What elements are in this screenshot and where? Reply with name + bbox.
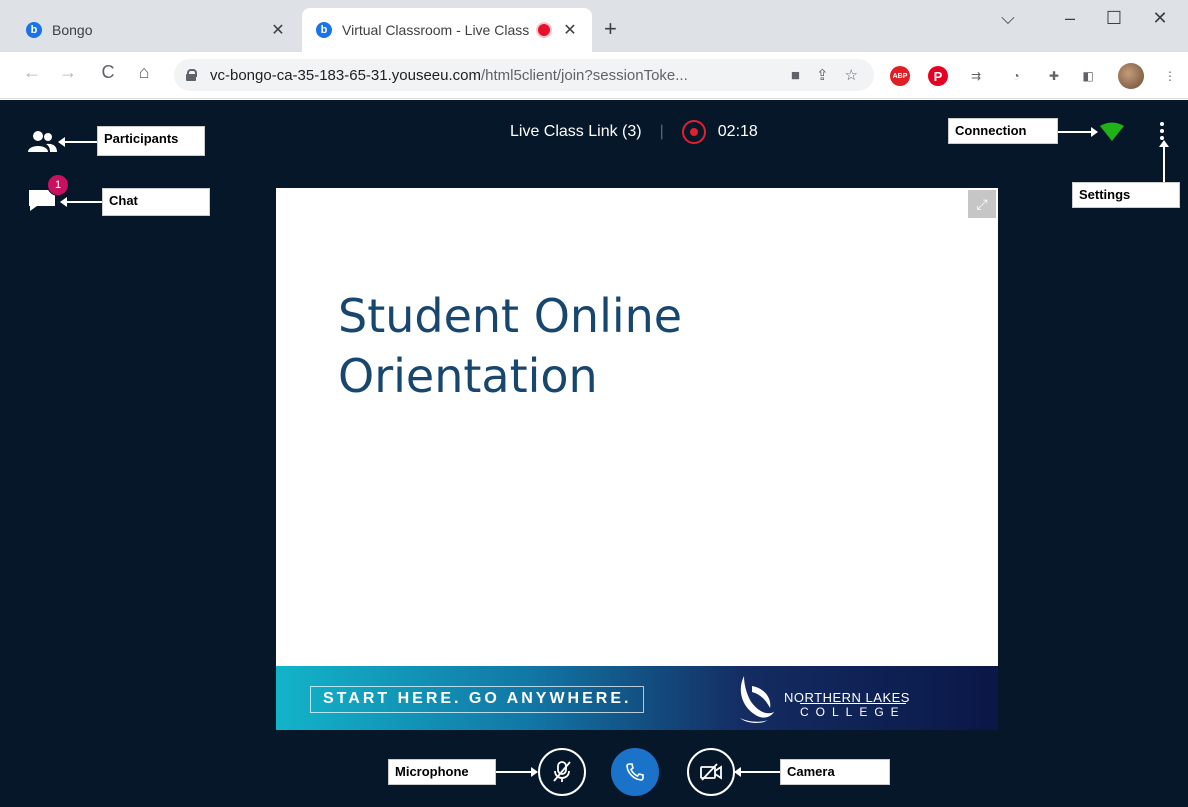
pinterest-icon[interactable]: P <box>928 66 948 86</box>
presentation-slide: Student Online Orientation ⤢ START HERE.… <box>276 188 998 730</box>
tab-recording-icon <box>538 24 550 36</box>
tab-title: Bongo <box>52 22 93 38</box>
tab-bongo[interactable]: b Bongo ✕ <box>8 8 300 52</box>
close-tab-icon[interactable]: ✕ <box>268 20 288 40</box>
leave-audio-button[interactable] <box>611 748 659 796</box>
participants-label: Participants <box>97 126 205 156</box>
microphone-muted-icon <box>553 761 571 782</box>
slide-title: Student Online Orientation <box>338 286 818 406</box>
chat-unread-badge: 1 <box>47 174 69 196</box>
connection-arrow <box>1058 127 1098 137</box>
camera-label: Camera <box>780 759 890 785</box>
phone-icon <box>626 763 644 781</box>
participants-icon[interactable] <box>26 130 58 154</box>
url-text[interactable]: vc-bongo-ca-35-183-65-31.youseeu.com/htm… <box>210 67 791 84</box>
home-icon[interactable]: ⌂ <box>132 62 156 83</box>
settings-label: Settings <box>1072 182 1180 208</box>
connection-label: Connection <box>948 118 1058 144</box>
tab-title: Virtual Classroom - Live Class <box>342 22 530 38</box>
college-banner: START HERE. GO ANYWHERE. NORTHERN LAKES … <box>276 666 998 730</box>
session-title: Live Class Link (3) <box>510 123 642 140</box>
camera-arrow <box>734 767 780 777</box>
participants-arrow <box>58 137 98 147</box>
chat-arrow <box>60 197 102 207</box>
minimize-icon[interactable]: – <box>1050 8 1090 29</box>
cast-extension-icon[interactable]: ⇉ <box>966 66 986 86</box>
session-header: Live Class Link (3) | 02:18 <box>510 120 758 144</box>
virtual-classroom-app: Participants 1 Chat Live Class Link (3) … <box>0 100 1188 807</box>
microphone-button[interactable] <box>538 748 586 796</box>
microphone-arrow <box>496 767 538 777</box>
close-tab-icon[interactable]: ✕ <box>560 20 580 40</box>
bookmark-star-icon[interactable]: ☆ <box>845 66 858 84</box>
microphone-label: Microphone <box>388 759 496 785</box>
address-bar[interactable]: vc-bongo-ca-35-183-65-31.youseeu.com/htm… <box>174 59 874 91</box>
lock-icon <box>186 69 197 81</box>
header-divider: | <box>659 123 664 140</box>
slide-title-line2: Orientation <box>338 349 598 403</box>
recording-icon[interactable] <box>681 120 706 144</box>
chat-label: Chat <box>102 188 210 216</box>
reload-icon[interactable]: C <box>96 62 120 83</box>
tab-virtual-classroom[interactable]: b Virtual Classroom - Live Class ✕ <box>302 8 592 52</box>
side-panel-icon[interactable]: ◧ <box>1078 66 1098 86</box>
maximize-icon[interactable]: ☐ <box>1094 8 1134 29</box>
close-window-icon[interactable]: ✕ <box>1140 8 1180 29</box>
settings-arrow <box>1159 140 1169 182</box>
recording-timer: 02:18 <box>717 123 758 140</box>
college-name-sub: COLLEGE <box>800 703 906 719</box>
camera-off-icon <box>700 763 722 781</box>
browser-tab-strip: b Bongo ✕ b Virtual Classroom - Live Cla… <box>0 0 1188 52</box>
new-tab-button[interactable]: + <box>604 18 617 40</box>
back-icon[interactable]: ← <box>20 62 44 83</box>
browser-menu-icon[interactable]: ⋮ <box>1160 66 1180 86</box>
browser-toolbar: ← → C ⌂ vc-bongo-ca-35-183-65-31.youseeu… <box>0 52 1188 99</box>
bongo-favicon-icon: b <box>26 22 42 38</box>
share-icon[interactable]: ⇪ <box>816 66 829 84</box>
banner-tagline: START HERE. GO ANYWHERE. <box>310 686 645 713</box>
url-path: /html5client/join?sessionToke... <box>481 66 688 84</box>
bongo-favicon-icon: b <box>316 22 332 38</box>
fullscreen-icon[interactable]: ⤢ <box>968 190 996 218</box>
extensions-puzzle-icon[interactable]: ✚ <box>1044 66 1064 86</box>
adblock-plus-icon[interactable]: ABP <box>890 66 910 86</box>
camera-button[interactable] <box>687 748 735 796</box>
camera-in-use-icon[interactable]: ■ <box>791 67 800 84</box>
url-host: vc-bongo-ca-35-183-65-31.youseeu.com <box>210 66 481 84</box>
connection-status-icon[interactable] <box>1100 122 1124 142</box>
profile-avatar[interactable] <box>1118 63 1144 89</box>
tab-search-icon[interactable]: ⌵ <box>988 8 1028 29</box>
slide-title-line1: Student Online <box>338 289 683 343</box>
forward-icon[interactable]: → <box>56 62 80 83</box>
speed-meter-icon[interactable]: ◔ <box>1006 66 1026 86</box>
college-logo-icon <box>740 676 774 723</box>
